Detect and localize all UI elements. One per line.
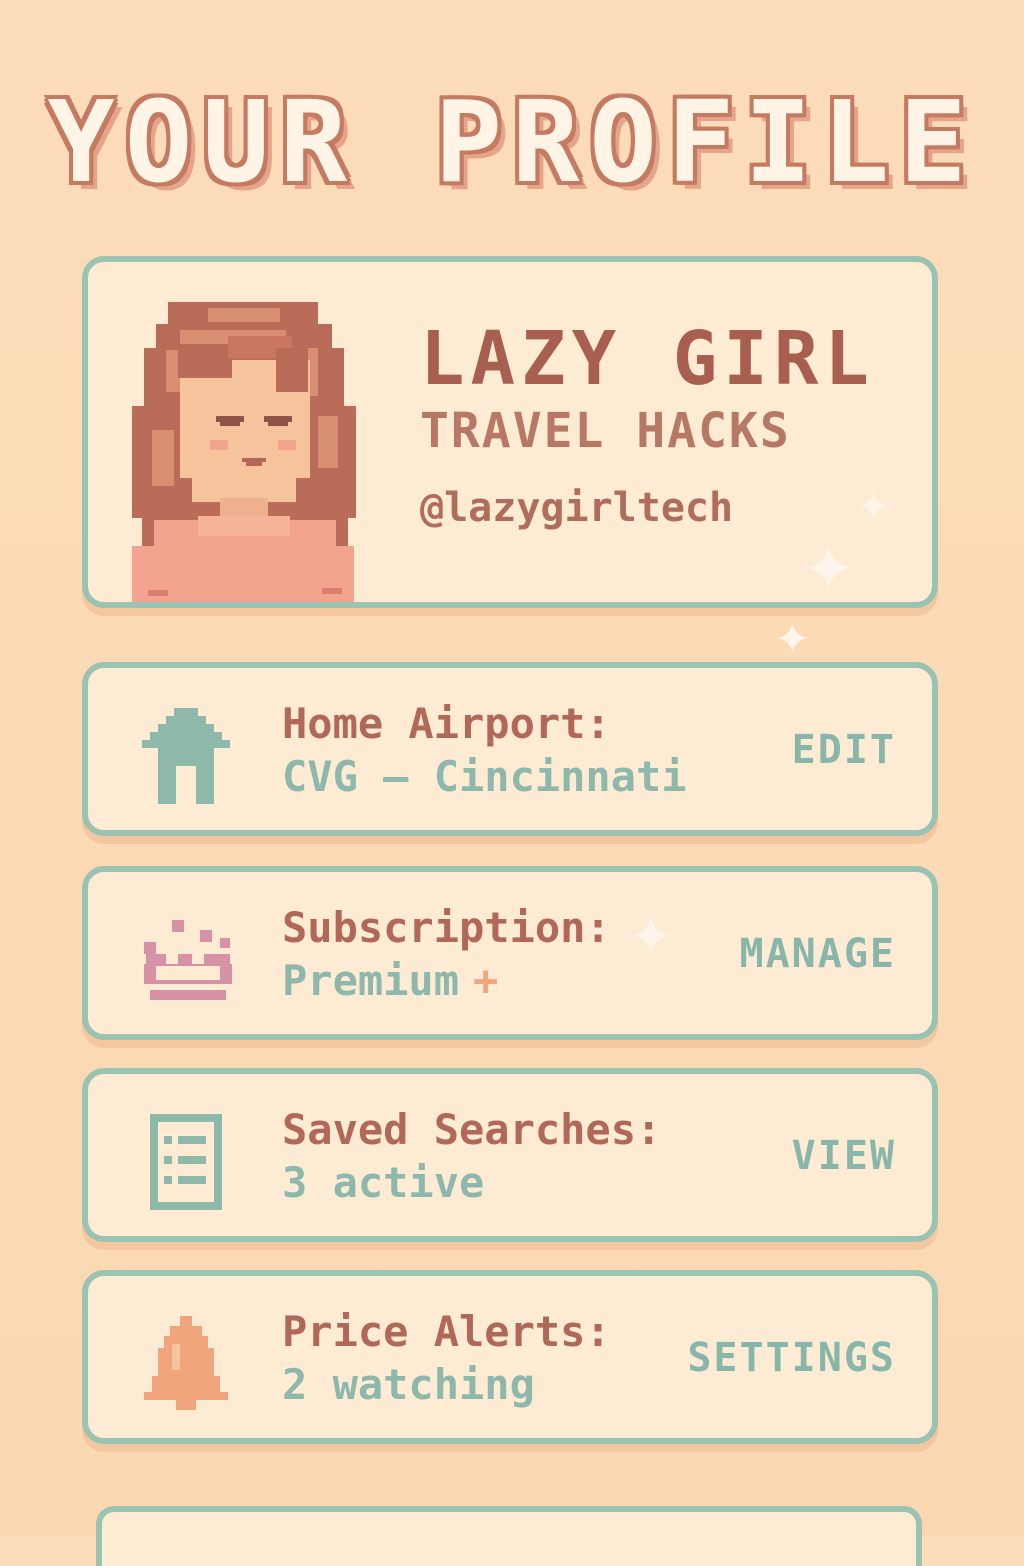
price-alerts-card: Price Alerts: 2 watching SETTINGS bbox=[82, 1270, 938, 1444]
saved-searches-value: 3 active bbox=[282, 1158, 485, 1207]
profile-handle: @lazygirltech bbox=[420, 485, 734, 531]
profile-text: LAZY GIRL TRAVEL HACKS @lazygirltech bbox=[420, 318, 890, 532]
saved-searches-card: Saved Searches: 3 active VIEW bbox=[82, 1068, 938, 1242]
price-alerts-text: Price Alerts: 2 watching bbox=[282, 1306, 692, 1412]
profile-name: LAZY GIRL bbox=[420, 316, 875, 402]
edit-home-airport-button[interactable]: EDIT bbox=[792, 724, 896, 776]
sparkle-icon: ✦ bbox=[628, 905, 674, 968]
bell-icon bbox=[144, 1316, 228, 1410]
home-airport-text: Home Airport: CVG – Cincinnati bbox=[282, 698, 692, 804]
manage-subscription-button[interactable]: MANAGE bbox=[740, 928, 897, 980]
list-icon bbox=[150, 1114, 222, 1210]
price-alerts-value: 2 watching bbox=[282, 1360, 535, 1409]
profile-page: YOUR PROFILE LAZY GIRL TRAVEL HACKS @laz… bbox=[0, 0, 1024, 1566]
home-airport-card: Home Airport: CVG – Cincinnati EDIT bbox=[82, 662, 938, 836]
subscription-value: Premium bbox=[282, 956, 460, 1005]
sparkle-icon: ✦ bbox=[774, 614, 811, 665]
view-saved-searches-button[interactable]: VIEW bbox=[792, 1130, 896, 1182]
home-airport-value: CVG – Cincinnati bbox=[282, 752, 687, 801]
page-title: YOUR PROFILE bbox=[47, 78, 977, 208]
crown-icon bbox=[144, 920, 232, 1000]
partial-next-card bbox=[96, 1506, 922, 1566]
saved-searches-text: Saved Searches: 3 active bbox=[282, 1104, 692, 1210]
sparkle-icon: ✦ bbox=[802, 533, 856, 607]
home-airport-label: Home Airport: bbox=[282, 699, 611, 748]
sparkle-icon: ✦ bbox=[856, 482, 892, 531]
premium-plus-icon: + bbox=[473, 956, 499, 1005]
saved-searches-label: Saved Searches: bbox=[282, 1105, 662, 1154]
avatar bbox=[132, 302, 356, 602]
price-alerts-label: Price Alerts: bbox=[282, 1307, 611, 1356]
house-icon bbox=[142, 708, 230, 804]
price-alert-settings-button[interactable]: SETTINGS bbox=[687, 1332, 896, 1384]
subscription-card: Subscription: Premium + MANAGE bbox=[82, 866, 938, 1040]
profile-subtitle: TRAVEL HACKS bbox=[420, 403, 791, 459]
